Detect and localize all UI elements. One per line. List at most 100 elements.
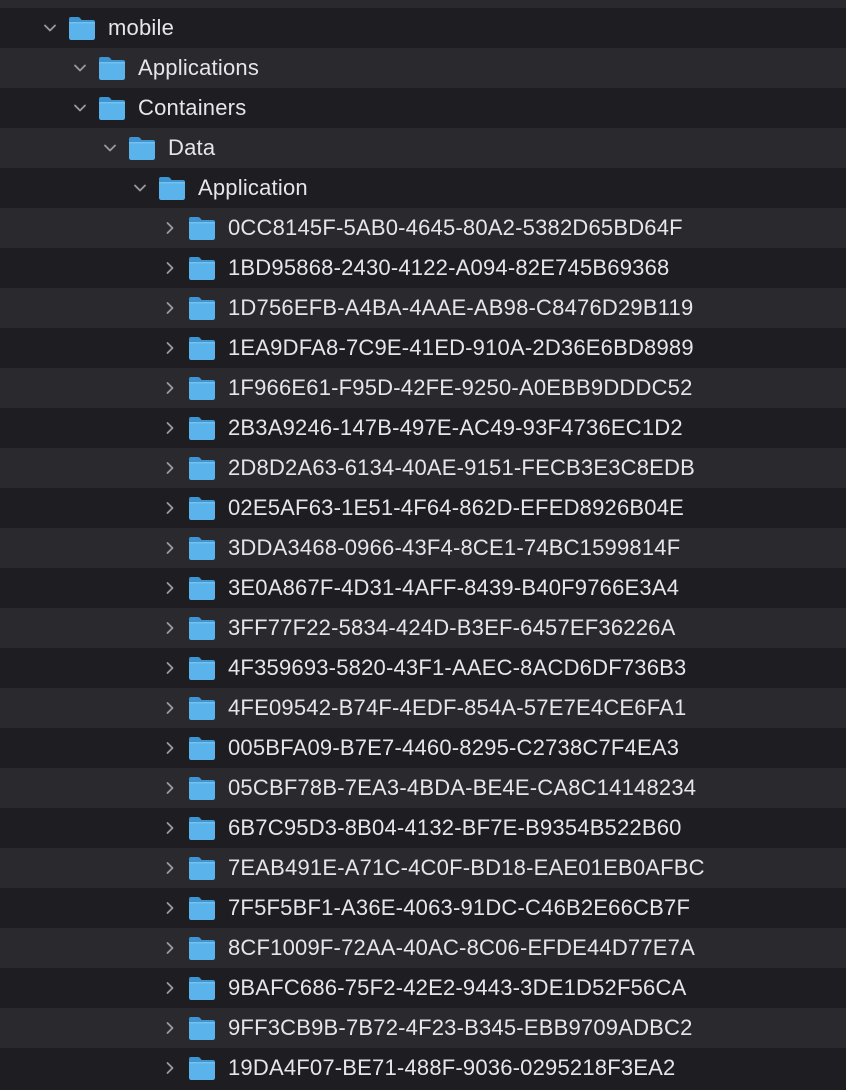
tree-row-app-folder[interactable]: 0CC8145F-5AB0-4645-80A2-5382D65BD64F [0,208,846,248]
folder-label: 1EA9DFA8-7C9E-41ED-910A-2D36E6BD8989 [228,335,694,360]
tree-row-app-folder[interactable]: 4F359693-5820-43F1-AAEC-8ACD6DF736B3 [0,648,846,688]
tree-row-app-folder[interactable]: 7F5F5BF1-A36E-4063-91DC-C46B2E66CB7F [0,888,846,928]
folder-icon [187,734,217,762]
folder-icon [187,934,217,962]
folder-label: 02E5AF63-1E51-4F64-862D-EFED8926B04E [228,495,685,520]
chevron-right-icon[interactable] [160,818,180,838]
tree-row-app-folder[interactable]: 6B7C95D3-8B04-4132-BF7E-B9354B522B60 [0,808,846,848]
chevron-down-icon[interactable] [70,58,90,78]
tree-row-app-folder[interactable]: 1BD95868-2430-4122-A094-82E745B69368 [0,248,846,288]
chevron-right-icon[interactable] [160,338,180,358]
folder-label-applications: Applications [138,55,260,80]
folder-label: 4F359693-5820-43F1-AAEC-8ACD6DF736B3 [228,655,687,680]
tree-row-app-folder[interactable]: 9FF3CB9B-7B72-4F23-B345-EBB9709ADBC2 [0,1008,846,1048]
tree-row-app-folder[interactable]: 1F966E61-F95D-42FE-9250-A0EBB9DDDC52 [0,368,846,408]
folder-label: 2D8D2A63-6134-40AE-9151-FECB3E3C8EDB [228,455,696,480]
tree-row-app-folder[interactable]: 8CF1009F-72AA-40AC-8C06-EFDE44D77E7A [0,928,846,968]
folder-icon [187,774,217,802]
chevron-right-icon[interactable] [160,378,180,398]
folder-label-containers: Containers [138,95,247,120]
chevron-right-icon[interactable] [160,858,180,878]
folder-label: 6B7C95D3-8B04-4132-BF7E-B9354B522B60 [228,815,682,840]
chevron-right-icon[interactable] [160,498,180,518]
tree-row-mobile[interactable]: mobile [0,8,846,48]
tree-row-app-folder[interactable]: 3FF77F22-5834-424D-B3EF-6457EF36226A [0,608,846,648]
tree-row-app-folder[interactable]: 005BFA09-B7E7-4460-8295-C2738C7F4EA3 [0,728,846,768]
tree-row-app-folder[interactable]: 9BAFC686-75F2-42E2-9443-3DE1D52F56CA [0,968,846,1008]
folder-icon [187,534,217,562]
folder-label: 1BD95868-2430-4122-A094-82E745B69368 [228,255,670,280]
tree-row-app-folder[interactable]: 05CBF78B-7EA3-4BDA-BE4E-CA8C14148234 [0,768,846,808]
folder-icon [187,1054,217,1082]
tree-row-app-folder[interactable]: 2B3A9246-147B-497E-AC49-93F4736EC1D2 [0,408,846,448]
chevron-right-icon[interactable] [160,458,180,478]
folder-icon [187,414,217,442]
tree-row-app-folder[interactable]: 1EA9DFA8-7C9E-41ED-910A-2D36E6BD8989 [0,328,846,368]
folder-icon [187,854,217,882]
tree-row-partial[interactable] [0,0,846,8]
chevron-right-icon[interactable] [160,418,180,438]
tree-row-applications[interactable]: Applications [0,48,846,88]
chevron-right-icon[interactable] [160,938,180,958]
tree-row-application[interactable]: Application [0,168,846,208]
chevron-right-icon[interactable] [160,538,180,558]
folder-icon [187,454,217,482]
folder-label: 8CF1009F-72AA-40AC-8C06-EFDE44D77E7A [228,935,695,960]
folder-icon [187,214,217,242]
chevron-right-icon[interactable] [160,698,180,718]
chevron-right-icon[interactable] [160,738,180,758]
folder-label: 7EAB491E-A71C-4C0F-BD18-EAE01EB0AFBC [228,855,705,880]
folder-icon [187,574,217,602]
chevron-right-icon[interactable] [160,898,180,918]
folder-label: 3DDA3468-0966-43F4-8CE1-74BC1599814F [228,535,681,560]
folder-icon [187,694,217,722]
tree-row-data[interactable]: Data [0,128,846,168]
chevron-right-icon[interactable] [160,618,180,638]
chevron-right-icon[interactable] [160,978,180,998]
folder-label-mobile: mobile [108,15,175,40]
folder-label: 19DA4F07-BE71-488F-9036-0295218F3EA2 [228,1055,676,1080]
folder-icon [187,1014,217,1042]
chevron-right-icon[interactable] [160,1018,180,1038]
folder-label: 1F966E61-F95D-42FE-9250-A0EBB9DDDC52 [228,375,693,400]
chevron-right-icon[interactable] [160,218,180,238]
folder-label: 2B3A9246-147B-497E-AC49-93F4736EC1D2 [228,415,683,440]
folder-icon [187,334,217,362]
tree-row-containers[interactable]: Containers [0,88,846,128]
folder-icon [187,494,217,522]
folder-label: 9BAFC686-75F2-42E2-9443-3DE1D52F56CA [228,975,687,1000]
tree-row-app-folder[interactable]: 7EAB491E-A71C-4C0F-BD18-EAE01EB0AFBC [0,848,846,888]
tree-row-app-folder[interactable]: 3E0A867F-4D31-4AFF-8439-B40F9766E3A4 [0,568,846,608]
tree-row-app-folder[interactable]: 2D8D2A63-6134-40AE-9151-FECB3E3C8EDB [0,448,846,488]
tree-row-app-folder[interactable]: 02E5AF63-1E51-4F64-862D-EFED8926B04E [0,488,846,528]
folder-label: 3E0A867F-4D31-4AFF-8439-B40F9766E3A4 [228,575,680,600]
tree-row-app-folder[interactable]: 4FE09542-B74F-4EDF-854A-57E7E4CE6FA1 [0,688,846,728]
chevron-down-icon[interactable] [40,18,60,38]
file-tree: mobile Applications Containers Data Appl… [0,0,846,1090]
folder-icon [67,0,97,2]
folder-label-data: Data [168,135,216,160]
chevron-right-icon[interactable] [160,578,180,598]
folder-label-application: Application [198,175,308,200]
chevron-right-icon[interactable] [160,658,180,678]
chevron-right-icon[interactable] [160,1058,180,1078]
tree-row-app-folder[interactable]: 3DDA3468-0966-43F4-8CE1-74BC1599814F [0,528,846,568]
chevron-down-icon[interactable] [100,138,120,158]
tree-row-app-folder[interactable]: 1D756EFB-A4BA-4AAE-AB98-C8476D29B119 [0,288,846,328]
folder-icon [187,974,217,1002]
folder-icon [127,134,157,162]
chevron-right-icon[interactable] [160,298,180,318]
folder-icon [187,254,217,282]
folder-label: 3FF77F22-5834-424D-B3EF-6457EF36226A [228,615,676,640]
chevron-down-icon[interactable] [130,178,150,198]
tree-row-app-folder[interactable]: 19DA4F07-BE71-488F-9036-0295218F3EA2 [0,1048,846,1088]
chevron-down-icon[interactable] [70,98,90,118]
folder-label: 9FF3CB9B-7B72-4F23-B345-EBB9709ADBC2 [228,1015,693,1040]
folder-icon [187,814,217,842]
chevron-right-icon[interactable] [160,778,180,798]
folder-icon [187,374,217,402]
folder-label: 05CBF78B-7EA3-4BDA-BE4E-CA8C14148234 [228,775,697,800]
chevron-right-icon[interactable] [160,258,180,278]
folder-label: 1D756EFB-A4BA-4AAE-AB98-C8476D29B119 [228,295,694,320]
folder-label: 7F5F5BF1-A36E-4063-91DC-C46B2E66CB7F [228,895,691,920]
